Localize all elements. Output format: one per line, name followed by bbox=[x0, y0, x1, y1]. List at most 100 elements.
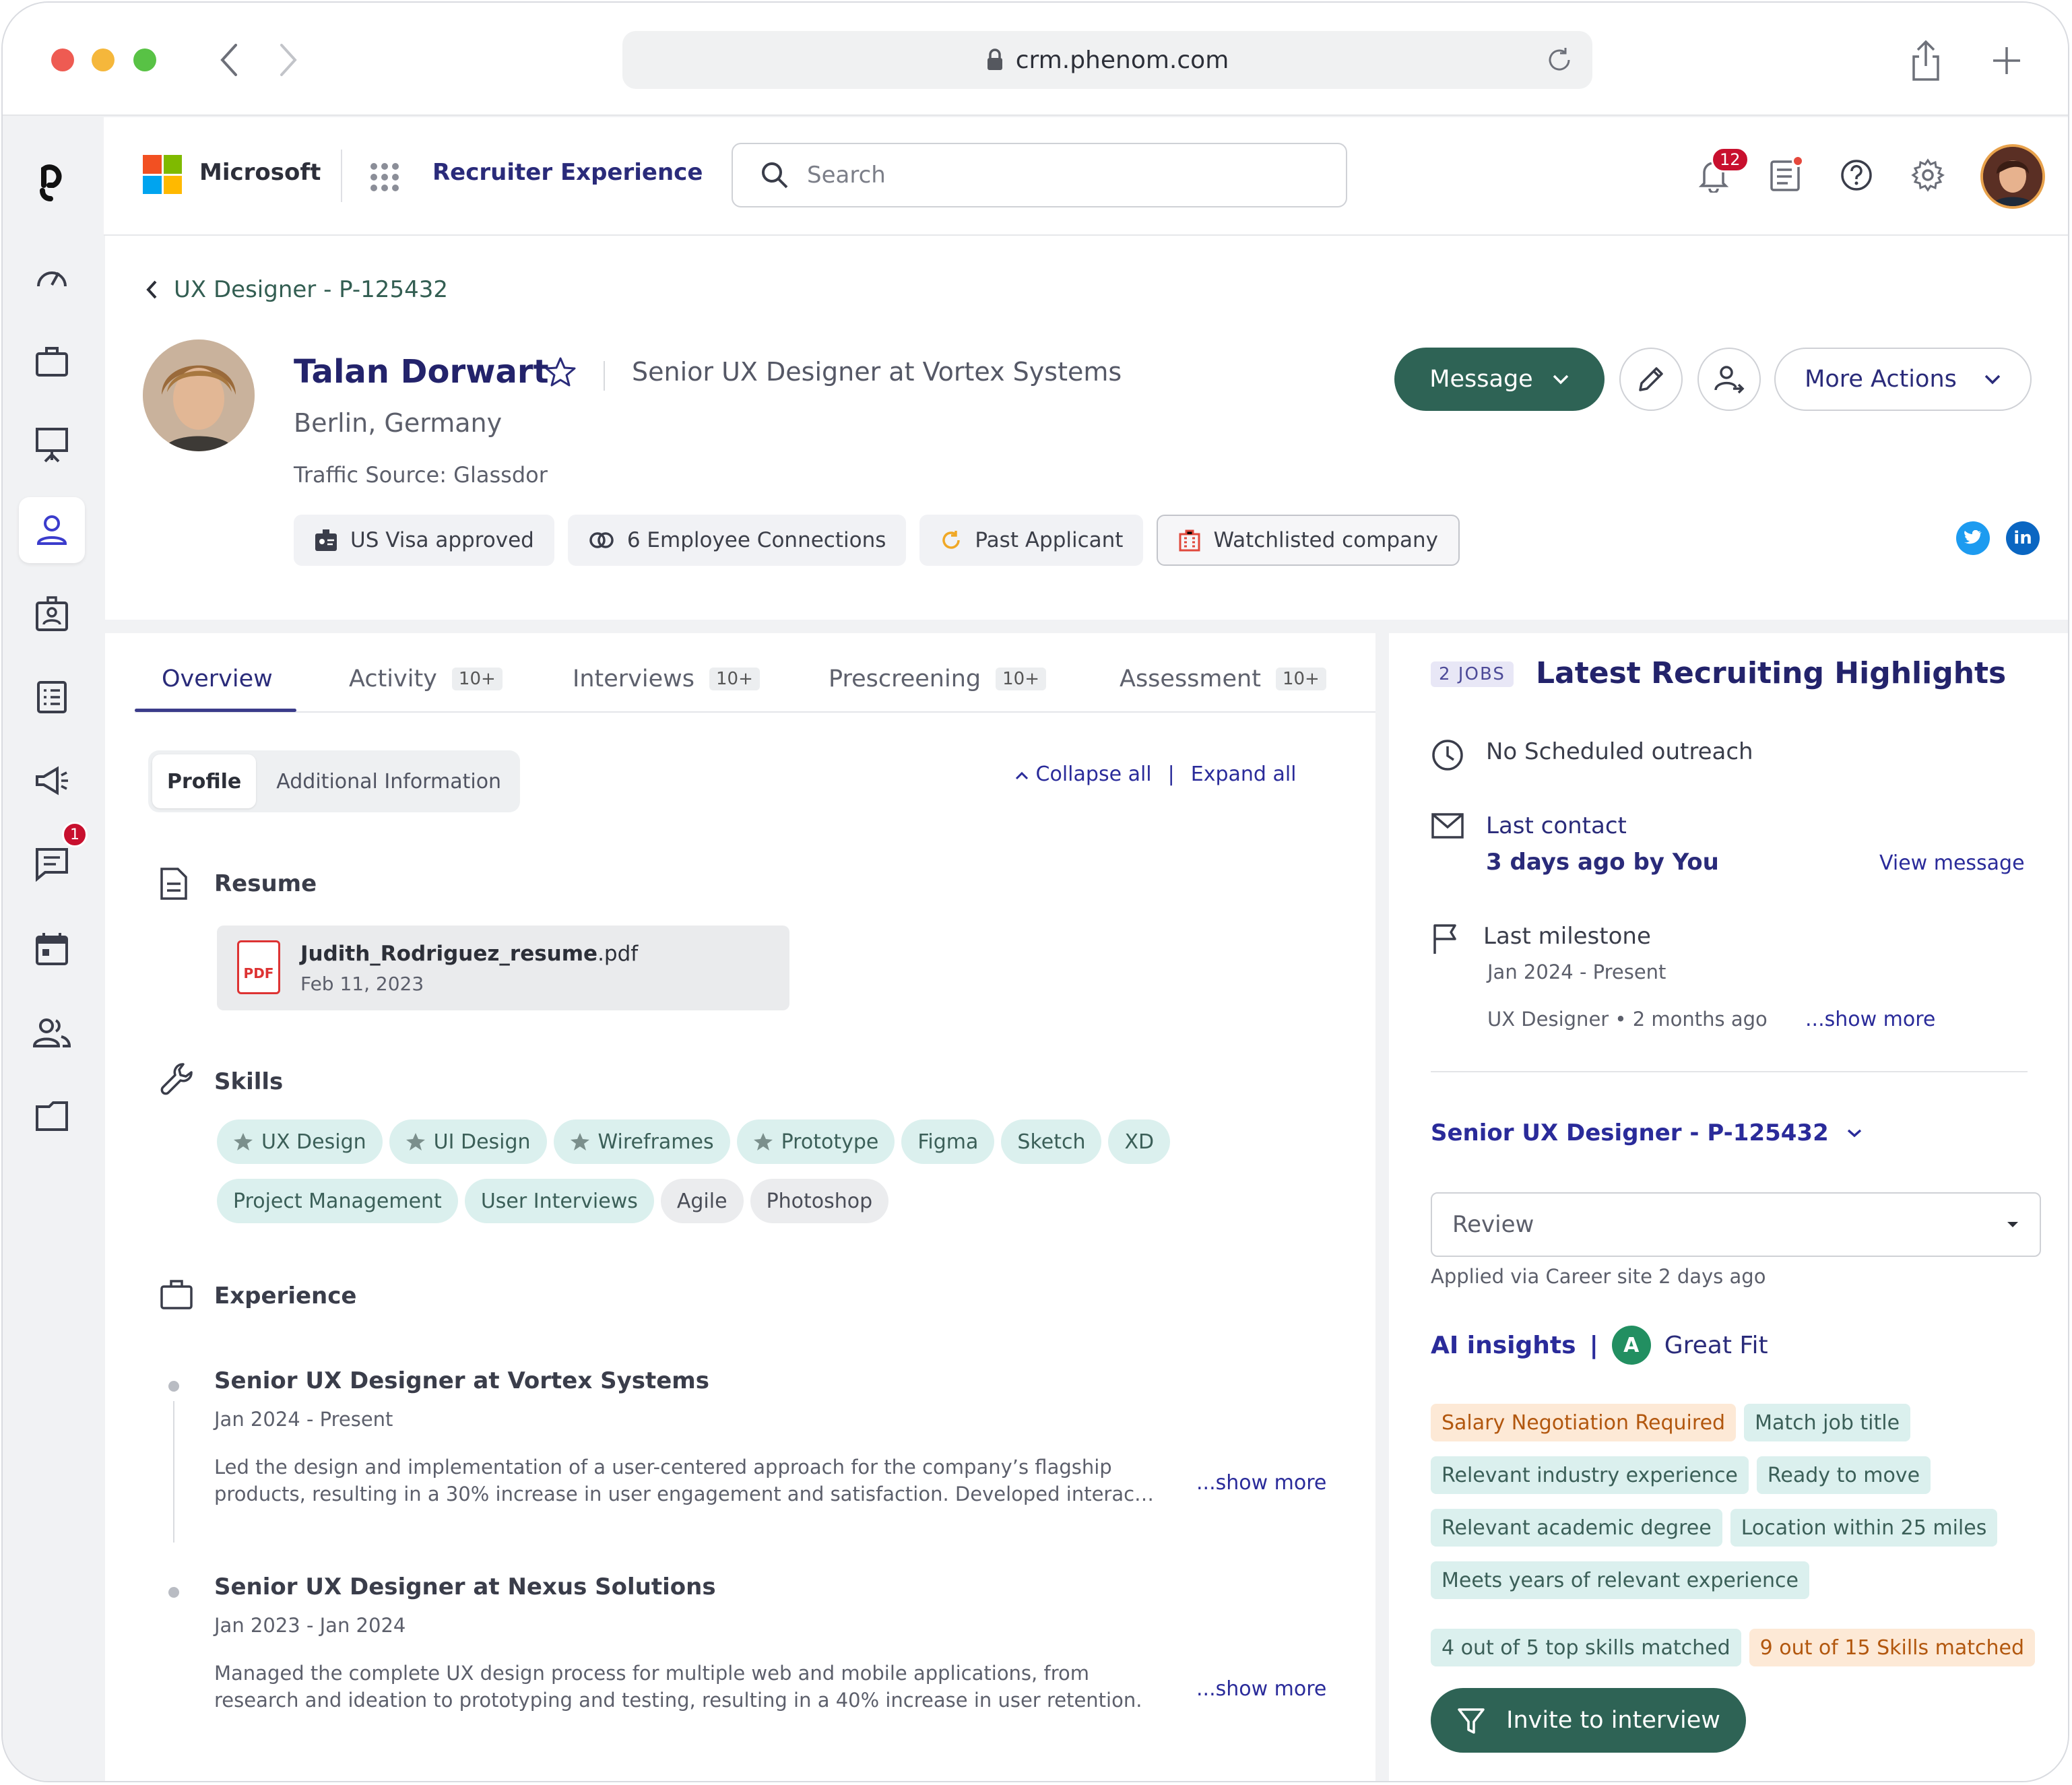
breadcrumb[interactable]: UX Designer - P-125432 bbox=[145, 276, 448, 303]
help-question-icon[interactable] bbox=[1835, 154, 1878, 197]
expand-all-link[interactable]: Expand all bbox=[1191, 762, 1297, 786]
user-avatar[interactable] bbox=[1980, 144, 2045, 209]
twitter-icon[interactable] bbox=[1956, 521, 1990, 555]
tasks-list-icon[interactable] bbox=[1763, 154, 1807, 197]
forward-arrow-icon[interactable] bbox=[272, 36, 306, 84]
app-launcher-grid-icon[interactable] bbox=[370, 163, 399, 191]
experience-dates: Jan 2024 - Present bbox=[214, 1408, 393, 1431]
tab-assessment[interactable]: Assessment 10+ bbox=[1120, 666, 1326, 692]
tab-count-badge: 10+ bbox=[996, 668, 1046, 690]
message-button[interactable]: Message bbox=[1394, 348, 1605, 411]
connections-chip[interactable]: 6 Employee Connections bbox=[567, 515, 907, 566]
watchlisted-company-chip[interactable]: Watchlisted company bbox=[1157, 515, 1460, 566]
address-bar[interactable]: crm.phenom.com bbox=[622, 31, 1592, 89]
folder-icon[interactable] bbox=[19, 1083, 85, 1149]
favorite-star-icon[interactable] bbox=[544, 356, 577, 391]
skills-list: UX Design UI Design Wireframes Prototype… bbox=[217, 1119, 1295, 1238]
list-document-icon[interactable] bbox=[19, 664, 85, 730]
star-icon bbox=[570, 1133, 589, 1150]
back-arrow-icon[interactable] bbox=[212, 36, 245, 84]
timeline-bullet bbox=[168, 1587, 179, 1598]
edit-button[interactable] bbox=[1619, 348, 1683, 411]
campaign-megaphone-icon[interactable] bbox=[19, 748, 85, 814]
minimize-window-button[interactable] bbox=[92, 48, 115, 71]
contact-card-icon[interactable] bbox=[19, 581, 85, 647]
dashboard-gauge-icon[interactable] bbox=[19, 245, 85, 311]
show-more-link[interactable]: ...show more bbox=[1805, 1008, 1935, 1031]
tab-activity[interactable]: Activity 10+ bbox=[349, 666, 503, 692]
active-tab-indicator bbox=[135, 709, 296, 712]
chevron-up-icon bbox=[1015, 771, 1029, 780]
invite-to-interview-button[interactable]: Invite to interview bbox=[1431, 1688, 1746, 1753]
skill-tag: Wireframes bbox=[553, 1119, 730, 1164]
segment-profile[interactable]: Profile bbox=[152, 754, 257, 808]
milestone-dates: Jan 2024 - Present bbox=[1487, 961, 1666, 983]
experience-description: Managed the complete UX design process f… bbox=[214, 1662, 1142, 1712]
filter-funnel-icon bbox=[1458, 1708, 1485, 1734]
resume-file-card[interactable]: PDF Judith_Rodriguez_resume.pdf Feb 11, … bbox=[217, 926, 789, 1010]
team-people-icon[interactable] bbox=[19, 1000, 85, 1066]
chevron-down-icon bbox=[1847, 1129, 1861, 1138]
candidates-person-icon[interactable] bbox=[19, 497, 85, 563]
share-icon[interactable] bbox=[1902, 34, 1949, 88]
segment-additional-information[interactable]: Additional Information bbox=[261, 754, 516, 808]
divider bbox=[341, 150, 342, 202]
microsoft-logo bbox=[143, 155, 182, 194]
tab-prescreening[interactable]: Prescreening 10+ bbox=[829, 666, 1046, 692]
insight-tag: 4 out of 5 top skills matched bbox=[1431, 1629, 1741, 1666]
collapse-all-link[interactable]: Collapse all bbox=[1014, 762, 1152, 786]
url-text: crm.phenom.com bbox=[1015, 46, 1229, 74]
tab-count-badge: 10+ bbox=[451, 668, 503, 690]
pencil-icon bbox=[1639, 367, 1663, 391]
close-window-button[interactable] bbox=[51, 48, 74, 71]
notifications-bell-icon[interactable]: 12 bbox=[1692, 147, 1749, 197]
milestone-detail: UX Designer • 2 months ago bbox=[1487, 1008, 1768, 1031]
star-icon bbox=[753, 1133, 773, 1150]
ai-insight-tags: Salary Negotiation Required Match job ti… bbox=[1431, 1404, 2050, 1666]
calendar-icon[interactable] bbox=[19, 916, 85, 982]
reload-icon[interactable] bbox=[1545, 46, 1574, 74]
insight-tag: Location within 25 miles bbox=[1730, 1509, 1998, 1547]
insight-tag: Match job title bbox=[1744, 1404, 1911, 1441]
pdf-file-icon: PDF bbox=[237, 940, 280, 994]
settings-gear-icon[interactable] bbox=[1906, 154, 1949, 197]
status-select[interactable]: Review bbox=[1431, 1192, 2041, 1257]
job-selector[interactable]: Senior UX Designer - P-125432 bbox=[1431, 1119, 1863, 1146]
phenom-logo-icon[interactable] bbox=[19, 147, 85, 213]
jobs-briefcase-icon[interactable] bbox=[19, 329, 85, 395]
experience-item: Senior UX Designer at Nexus Solutions Ja… bbox=[214, 1573, 1171, 1714]
maximize-window-button[interactable] bbox=[133, 48, 156, 71]
clock-icon bbox=[1432, 740, 1463, 771]
presentation-board-icon[interactable] bbox=[19, 412, 85, 478]
tab-interviews[interactable]: Interviews 10+ bbox=[573, 666, 760, 692]
view-message-link[interactable]: View message bbox=[1879, 851, 2025, 875]
link-rings-icon bbox=[589, 532, 614, 548]
person-arrow-icon bbox=[1714, 366, 1745, 394]
breadcrumb-link[interactable]: UX Designer - P-125432 bbox=[174, 276, 448, 303]
tab-overview[interactable]: Overview bbox=[162, 666, 273, 692]
separator: | bbox=[1589, 1331, 1598, 1359]
search-input[interactable] bbox=[807, 162, 1278, 189]
search-box[interactable] bbox=[732, 143, 1347, 207]
browser-chrome: crm.phenom.com bbox=[3, 3, 2068, 116]
candidate-header: UX Designer - P-125432 Talan Dorwart Sen… bbox=[105, 236, 2068, 620]
jobs-count-badge: 2 JOBS bbox=[1431, 661, 1514, 687]
insight-tag: Ready to move bbox=[1756, 1456, 1931, 1494]
notification-count-badge: 12 bbox=[1711, 147, 1749, 172]
resume-filename: Judith_Rodriguez_resume.pdf bbox=[300, 942, 639, 966]
experience-dates: Jan 2023 - Jan 2024 bbox=[214, 1614, 406, 1637]
messages-chat-icon[interactable]: 1 bbox=[19, 822, 88, 897]
new-tab-plus-icon[interactable] bbox=[1983, 34, 2030, 88]
show-more-link[interactable]: ...show more bbox=[1196, 1471, 1326, 1495]
chevron-down-icon bbox=[1553, 375, 1568, 385]
id-badge-icon bbox=[315, 529, 337, 551]
show-more-link[interactable]: ...show more bbox=[1196, 1677, 1326, 1701]
linkedin-icon[interactable]: in bbox=[2006, 521, 2040, 555]
divider bbox=[1431, 1071, 2028, 1072]
ai-insights-label: AI insights bbox=[1431, 1331, 1576, 1359]
resume-heading: Resume bbox=[214, 870, 317, 897]
refer-candidate-button[interactable] bbox=[1697, 348, 1761, 411]
experience-heading: Experience bbox=[214, 1283, 357, 1309]
more-actions-button[interactable]: More Actions bbox=[1774, 348, 2032, 411]
app-name[interactable]: Recruiter Experience bbox=[432, 159, 703, 186]
